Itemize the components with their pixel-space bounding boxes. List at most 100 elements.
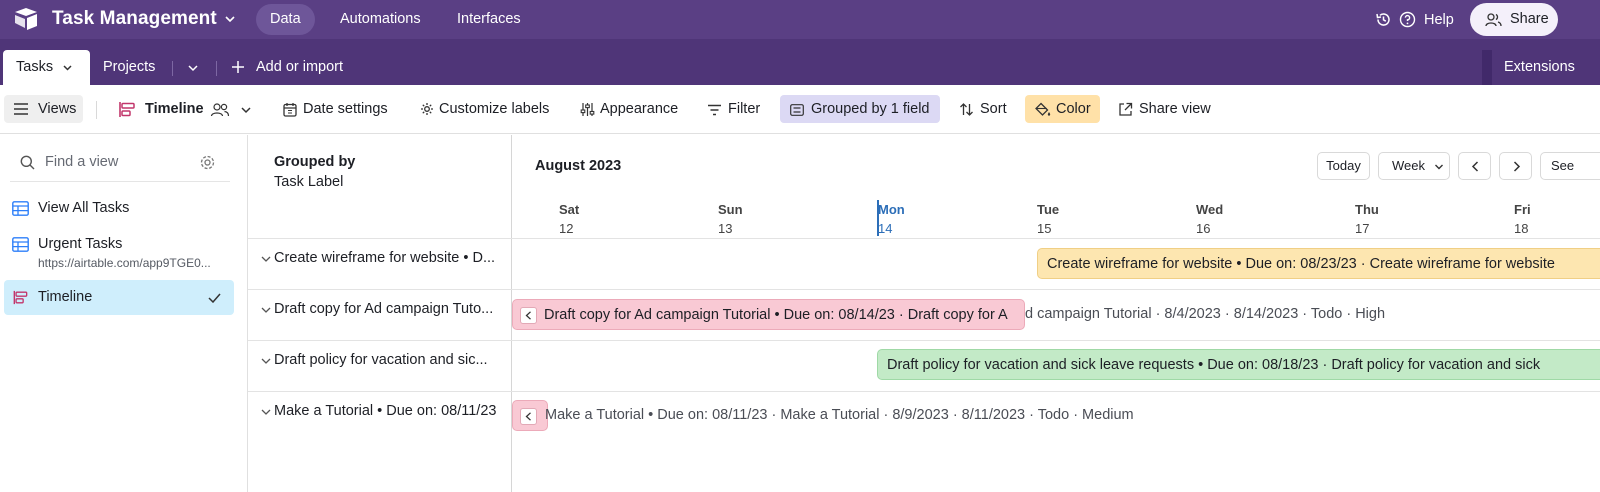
grouped-by-field: Task Label xyxy=(274,174,344,190)
filter-icon xyxy=(708,104,721,116)
current-view-name[interactable]: Timeline xyxy=(145,95,204,123)
sort-icon xyxy=(960,103,973,116)
paint-bucket-icon xyxy=(1035,102,1051,116)
chevron-down-icon[interactable] xyxy=(187,62,199,74)
record-bar-label: Draft policy for vacation and sick leave… xyxy=(887,357,1541,373)
group-row-label: Draft policy for vacation and sic... xyxy=(274,352,488,368)
nav-interfaces[interactable]: Interfaces xyxy=(443,4,535,35)
date-settings-button[interactable]: Date settings xyxy=(303,95,388,123)
day-number: 16 xyxy=(1196,221,1211,236)
group-row-label: Make a Tutorial • Due on: 08/11/23 xyxy=(274,403,497,419)
see-records-button[interactable]: See xyxy=(1540,152,1600,180)
group-row[interactable]: Create wireframe for website • D... xyxy=(248,238,512,289)
tab-projects[interactable]: Projects xyxy=(103,59,155,75)
group-icon xyxy=(790,104,804,116)
group-row[interactable]: Draft copy for Ad campaign Tuto... xyxy=(248,289,512,340)
base-title[interactable]: Task Management xyxy=(52,8,217,30)
day-header: Tue 15 xyxy=(1037,202,1059,236)
top-bar: Task Management Data Automations Interfa… xyxy=(0,0,1600,39)
airtable-logo-icon[interactable] xyxy=(13,7,39,31)
chevron-down-icon[interactable] xyxy=(224,13,236,25)
timeline-row: Draft policy for vacation and sick leave… xyxy=(512,340,1600,391)
color-label: Color xyxy=(1056,101,1091,117)
day-number: 13 xyxy=(718,221,733,236)
extensions-label: Extensions xyxy=(1504,59,1575,75)
scroll-to-start-button[interactable] xyxy=(520,408,537,425)
record-bar[interactable]: Draft policy for vacation and sick leave… xyxy=(877,349,1600,380)
day-header: Fri 18 xyxy=(1514,202,1531,236)
tab-divider xyxy=(172,61,173,76)
day-number: 12 xyxy=(559,221,574,236)
find-view-input[interactable]: Find a view xyxy=(45,154,118,170)
grid-icon xyxy=(12,201,29,216)
previous-button[interactable] xyxy=(1458,152,1491,180)
day-header: Wed 16 xyxy=(1196,202,1223,236)
gear-icon[interactable] xyxy=(199,154,216,171)
customize-labels-button[interactable]: Customize labels xyxy=(439,95,549,123)
day-name: Tue xyxy=(1037,202,1060,217)
timeline-icon xyxy=(13,290,28,305)
search-icon xyxy=(20,155,35,170)
help-icon[interactable] xyxy=(1399,11,1416,28)
record-bar[interactable]: Create wireframe for website • Due on: 0… xyxy=(1037,248,1600,279)
today-button[interactable]: Today xyxy=(1317,152,1370,180)
scroll-to-start-button[interactable] xyxy=(520,307,537,324)
sidebar-item-label: Timeline xyxy=(38,289,93,305)
day-name: Fri xyxy=(1514,202,1531,217)
filter-button[interactable]: Filter xyxy=(728,95,760,123)
day-header: Sat 12 xyxy=(559,202,579,236)
group-button[interactable]: Grouped by 1 field xyxy=(780,95,940,123)
sort-button[interactable]: Sort xyxy=(980,95,1007,123)
sidebar-item-label: View All Tasks xyxy=(38,200,130,216)
record-bar-overflow-label: Make a Tutorial • Due on: 08/11/23 · Mak… xyxy=(545,407,1134,423)
nav-automations[interactable]: Automations xyxy=(326,4,435,35)
tab-bar-background xyxy=(0,39,1482,85)
chevron-down-icon[interactable] xyxy=(62,62,73,73)
timeline-area: August 2023 Today Week See Sat 12 Sun 13 M… xyxy=(512,135,1600,492)
day-number: 17 xyxy=(1355,221,1370,236)
add-or-import-button[interactable]: Add or import xyxy=(231,59,343,75)
today-marker xyxy=(877,200,879,236)
nav-data[interactable]: Data xyxy=(256,4,315,35)
share-view-button[interactable]: Share view xyxy=(1139,95,1211,123)
record-bar-label: Draft copy for Ad campaign Tutorial • Du… xyxy=(544,307,1008,323)
next-button[interactable] xyxy=(1499,152,1532,180)
group-row[interactable]: Draft policy for vacation and sic... xyxy=(248,340,512,391)
share-button[interactable]: Share xyxy=(1470,3,1558,36)
day-number: 15 xyxy=(1037,221,1052,236)
scale-select[interactable]: Week xyxy=(1378,152,1450,180)
chevron-down-icon[interactable] xyxy=(261,254,271,264)
record-bar[interactable]: Draft copy for Ad campaign Tutorial • Du… xyxy=(512,299,1025,330)
share-label: Share xyxy=(1510,11,1549,27)
chevron-down-icon[interactable] xyxy=(261,407,271,417)
views-label: Views xyxy=(38,101,77,117)
sidebar-item-timeline[interactable]: Timeline xyxy=(4,280,234,315)
record-bar[interactable] xyxy=(512,400,548,431)
group-row[interactable]: Make a Tutorial • Due on: 08/11/23 xyxy=(248,391,512,442)
timeline-row: Create wireframe for website • Due on: 0… xyxy=(512,238,1600,289)
external-link-icon xyxy=(1119,102,1133,116)
day-number: 14 xyxy=(878,221,893,236)
sidebar-item-urgent-tasks[interactable]: Urgent Tasks https://airtable.com/app9TG… xyxy=(4,227,234,271)
tab-divider xyxy=(216,61,217,76)
chevron-down-icon[interactable] xyxy=(240,104,252,116)
chevron-down-icon[interactable] xyxy=(261,356,271,366)
extensions-button[interactable]: Extensions xyxy=(1492,50,1600,85)
tab-tasks[interactable]: Tasks xyxy=(3,50,90,85)
appearance-button[interactable]: Appearance xyxy=(600,95,678,123)
history-icon[interactable] xyxy=(1375,11,1392,28)
view-toolbar: Views Timeline Date settings Customize l… xyxy=(0,85,1600,134)
help-link[interactable]: Help xyxy=(1424,10,1454,30)
toolbar-divider xyxy=(96,101,97,119)
sidebar-item-view-all-tasks[interactable]: View All Tasks xyxy=(4,191,234,225)
day-name: Sat xyxy=(559,202,580,217)
people-icon xyxy=(1485,13,1502,27)
checkmark-icon xyxy=(208,293,221,303)
chevron-down-icon[interactable] xyxy=(261,305,271,315)
menu-icon xyxy=(14,103,28,115)
chevron-left-icon xyxy=(1471,161,1479,172)
collaborators-icon[interactable] xyxy=(210,102,230,117)
views-sidebar: Find a view View All Tasks Urgent Tasks … xyxy=(0,135,248,492)
record-bar-label: Create wireframe for website • Due on: 0… xyxy=(1047,256,1555,272)
day-name: Sun xyxy=(718,202,743,217)
